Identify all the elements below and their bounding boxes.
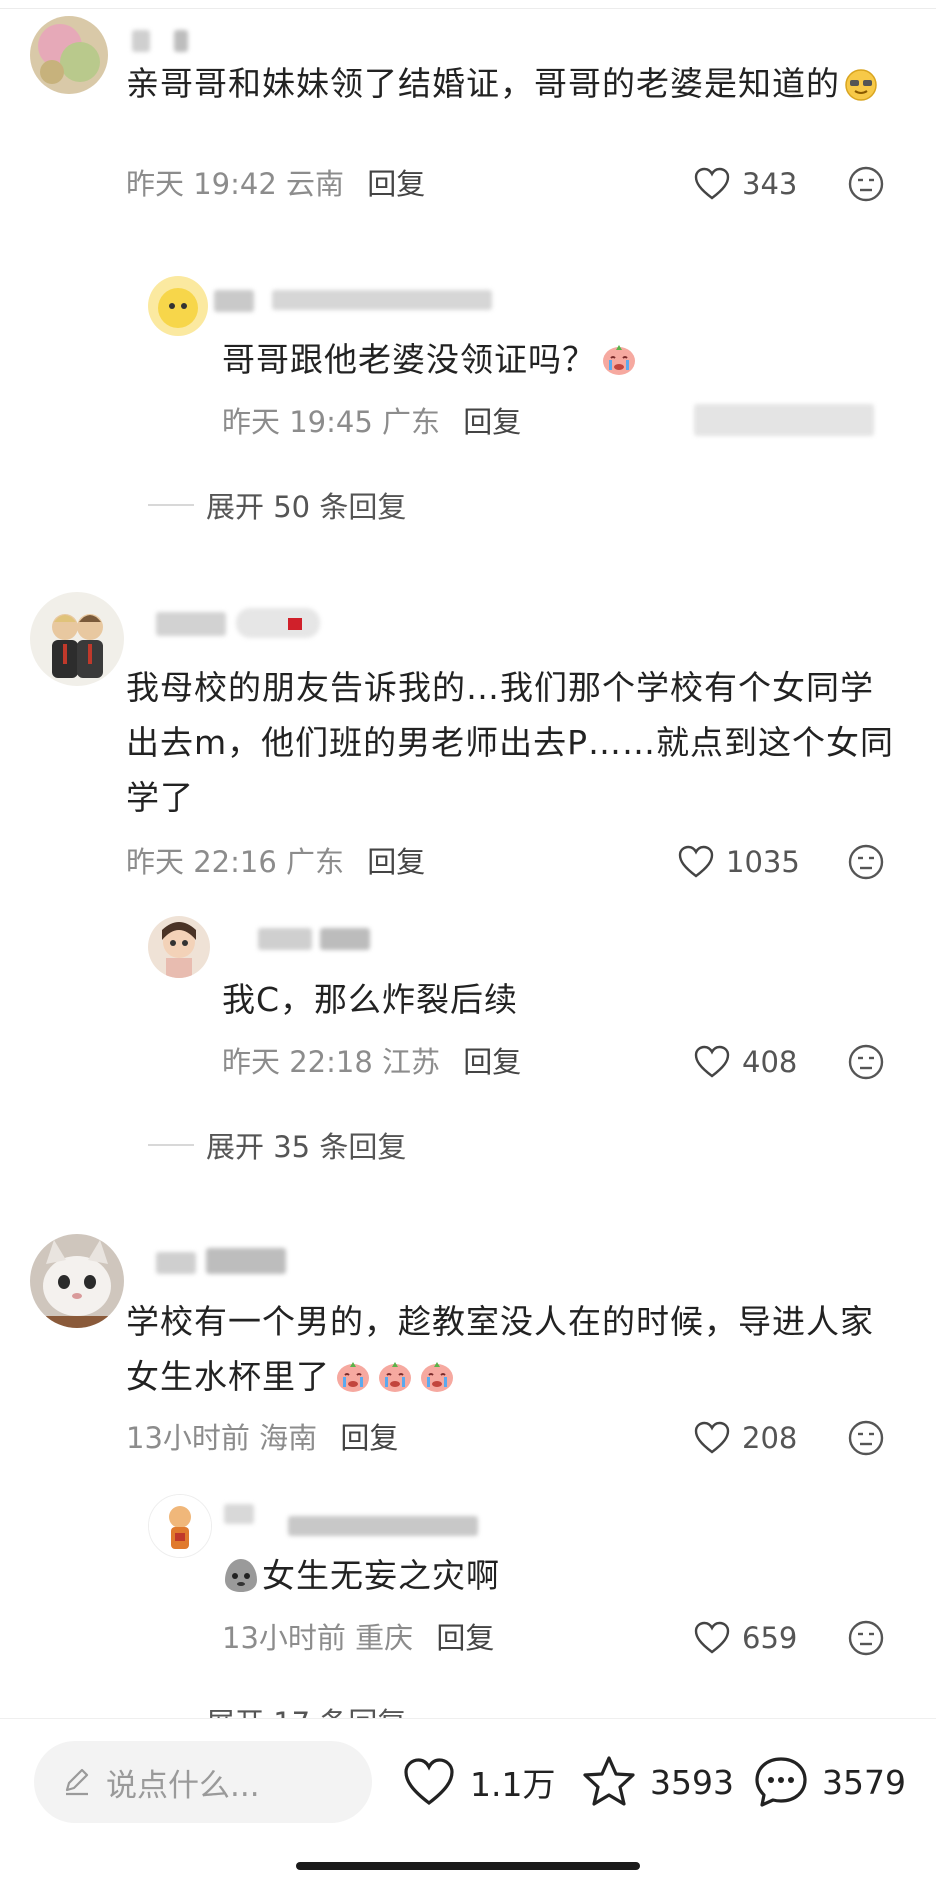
sweat-face-emoji <box>222 1556 262 1595</box>
expand-replies[interactable]: 展开 50 条回复 <box>148 484 406 526</box>
heart-icon <box>694 1045 730 1078</box>
bottom-action-bar: 说点什么... 1.1万 3593 3579 <box>0 1718 936 1886</box>
username-redacted <box>174 30 188 52</box>
username-redacted <box>214 290 254 312</box>
avatar[interactable] <box>30 1234 124 1328</box>
like-count: 408 <box>742 1045 798 1079</box>
username-redacted <box>288 1516 478 1536</box>
avatar[interactable] <box>30 16 108 94</box>
username-redacted <box>272 290 492 310</box>
reply-meta: 昨天 19:45 广东 回复 <box>222 404 521 440</box>
comment-input[interactable]: 说点什么... <box>34 1741 372 1823</box>
reply-button[interactable]: 回复 <box>367 845 425 879</box>
comment-meta: 13小时前 海南 回复 <box>126 1420 398 1456</box>
reply-time: 13小时前 <box>222 1621 346 1655</box>
avatar[interactable] <box>148 916 210 978</box>
like-post-button[interactable]: 1.1万 <box>400 1753 555 1811</box>
comment-time: 昨天 19:42 <box>126 167 277 201</box>
comment-meta: 昨天 22:16 广东 回复 <box>126 844 425 880</box>
like-area-redacted <box>694 404 874 436</box>
like-post-count: 1.1万 <box>470 1765 556 1804</box>
comment-text: 学校有一个男的，趁教室没人在的时候，导进人家女生水杯里了 <box>126 1302 874 1396</box>
badge-redacted <box>236 608 320 638</box>
reply-time: 昨天 19:45 <box>222 405 373 439</box>
expand-dash <box>148 1144 194 1146</box>
heart-icon <box>678 845 714 878</box>
like-button[interactable]: 208 <box>692 1418 797 1458</box>
username-redacted <box>258 928 312 950</box>
comment-meta: 昨天 19:42 云南 回复 <box>126 166 425 202</box>
reply-text: 我C，那么炸裂后续 <box>222 980 519 1019</box>
username-redacted <box>206 1248 286 1274</box>
reply-button[interactable]: 回复 <box>340 1421 398 1455</box>
username-redacted <box>156 1252 196 1274</box>
expand-dash <box>148 504 194 506</box>
reply-button[interactable]: 回复 <box>463 405 521 439</box>
dislike-face-icon[interactable] <box>846 1418 886 1458</box>
dislike-face-icon[interactable] <box>846 1042 886 1082</box>
expand-replies[interactable]: 展开 35 条回复 <box>148 1124 406 1166</box>
heart-icon <box>404 1758 454 1806</box>
comment-count: 3579 <box>822 1762 906 1802</box>
reply-meta: 13小时前 重庆 回复 <box>222 1620 494 1656</box>
comment-location: 广东 <box>286 845 345 879</box>
dislike-face-icon[interactable] <box>846 1618 886 1658</box>
like-count: 1035 <box>726 845 800 879</box>
favorite-button[interactable]: 3593 <box>580 1753 734 1811</box>
avatar[interactable] <box>148 1494 212 1558</box>
reply-text: 哥哥跟他老婆没领证吗？ <box>222 332 862 394</box>
username-redacted <box>320 928 370 950</box>
comment-time: 13小时前 <box>126 1421 250 1455</box>
dislike-face-icon[interactable] <box>846 164 886 204</box>
pencil-icon <box>65 1768 89 1796</box>
like-button[interactable]: 1035 <box>676 842 800 882</box>
comment-location: 云南 <box>286 167 345 201</box>
heart-icon <box>694 1621 730 1654</box>
comment-text: 亲哥哥和妹妹领了结婚证，哥哥的老婆是知道的 <box>126 56 886 118</box>
avatar[interactable] <box>148 276 208 336</box>
reply-time: 昨天 22:18 <box>222 1045 373 1079</box>
expand-label: 展开 50 条回复 <box>206 490 407 524</box>
username-redacted <box>132 30 150 52</box>
heart-icon <box>694 1421 730 1454</box>
reply-button[interactable]: 回复 <box>463 1045 521 1079</box>
badge-red-mark <box>288 618 302 630</box>
username-redacted <box>224 1504 254 1524</box>
top-divider <box>0 8 936 9</box>
like-button[interactable]: 659 <box>692 1618 797 1658</box>
username-redacted <box>156 612 226 636</box>
expand-label: 展开 35 条回复 <box>206 1130 407 1164</box>
dislike-face-icon[interactable] <box>846 842 886 882</box>
reply-location: 江苏 <box>382 1045 441 1079</box>
avatar[interactable] <box>30 592 124 686</box>
comment-time: 昨天 22:16 <box>126 845 277 879</box>
like-button[interactable]: 408 <box>692 1042 797 1082</box>
reply-meta: 昨天 22:18 江苏 回复 <box>222 1044 521 1080</box>
comment-text: 我母校的朋友告诉我的…我们那个学校有个女同学出去m，他们班的男老师出去P……就点… <box>126 668 895 817</box>
chat-bubble-icon <box>755 1757 807 1807</box>
comment-input-placeholder: 说点什么... <box>106 1767 260 1804</box>
like-count: 659 <box>742 1621 798 1655</box>
reply-location: 重庆 <box>355 1621 414 1655</box>
heart-icon <box>694 167 730 200</box>
reply-text: 女生无妄之灾啊 <box>222 1548 862 1603</box>
favorite-count: 3593 <box>650 1762 734 1802</box>
reply-button[interactable]: 回复 <box>367 167 425 201</box>
star-icon <box>583 1756 635 1806</box>
like-count: 208 <box>742 1421 798 1455</box>
crying-peach-emoji <box>330 1357 456 1396</box>
glasses-smile-emoji <box>844 63 878 118</box>
home-indicator[interactable] <box>296 1862 640 1870</box>
like-count: 343 <box>742 167 798 201</box>
crying-peach-emoji <box>600 339 638 394</box>
reply-location: 广东 <box>382 405 441 439</box>
comments-button[interactable]: 3579 <box>752 1753 906 1811</box>
like-button[interactable]: 343 <box>692 164 797 204</box>
comment-location: 海南 <box>259 1421 318 1455</box>
reply-button[interactable]: 回复 <box>436 1621 494 1655</box>
